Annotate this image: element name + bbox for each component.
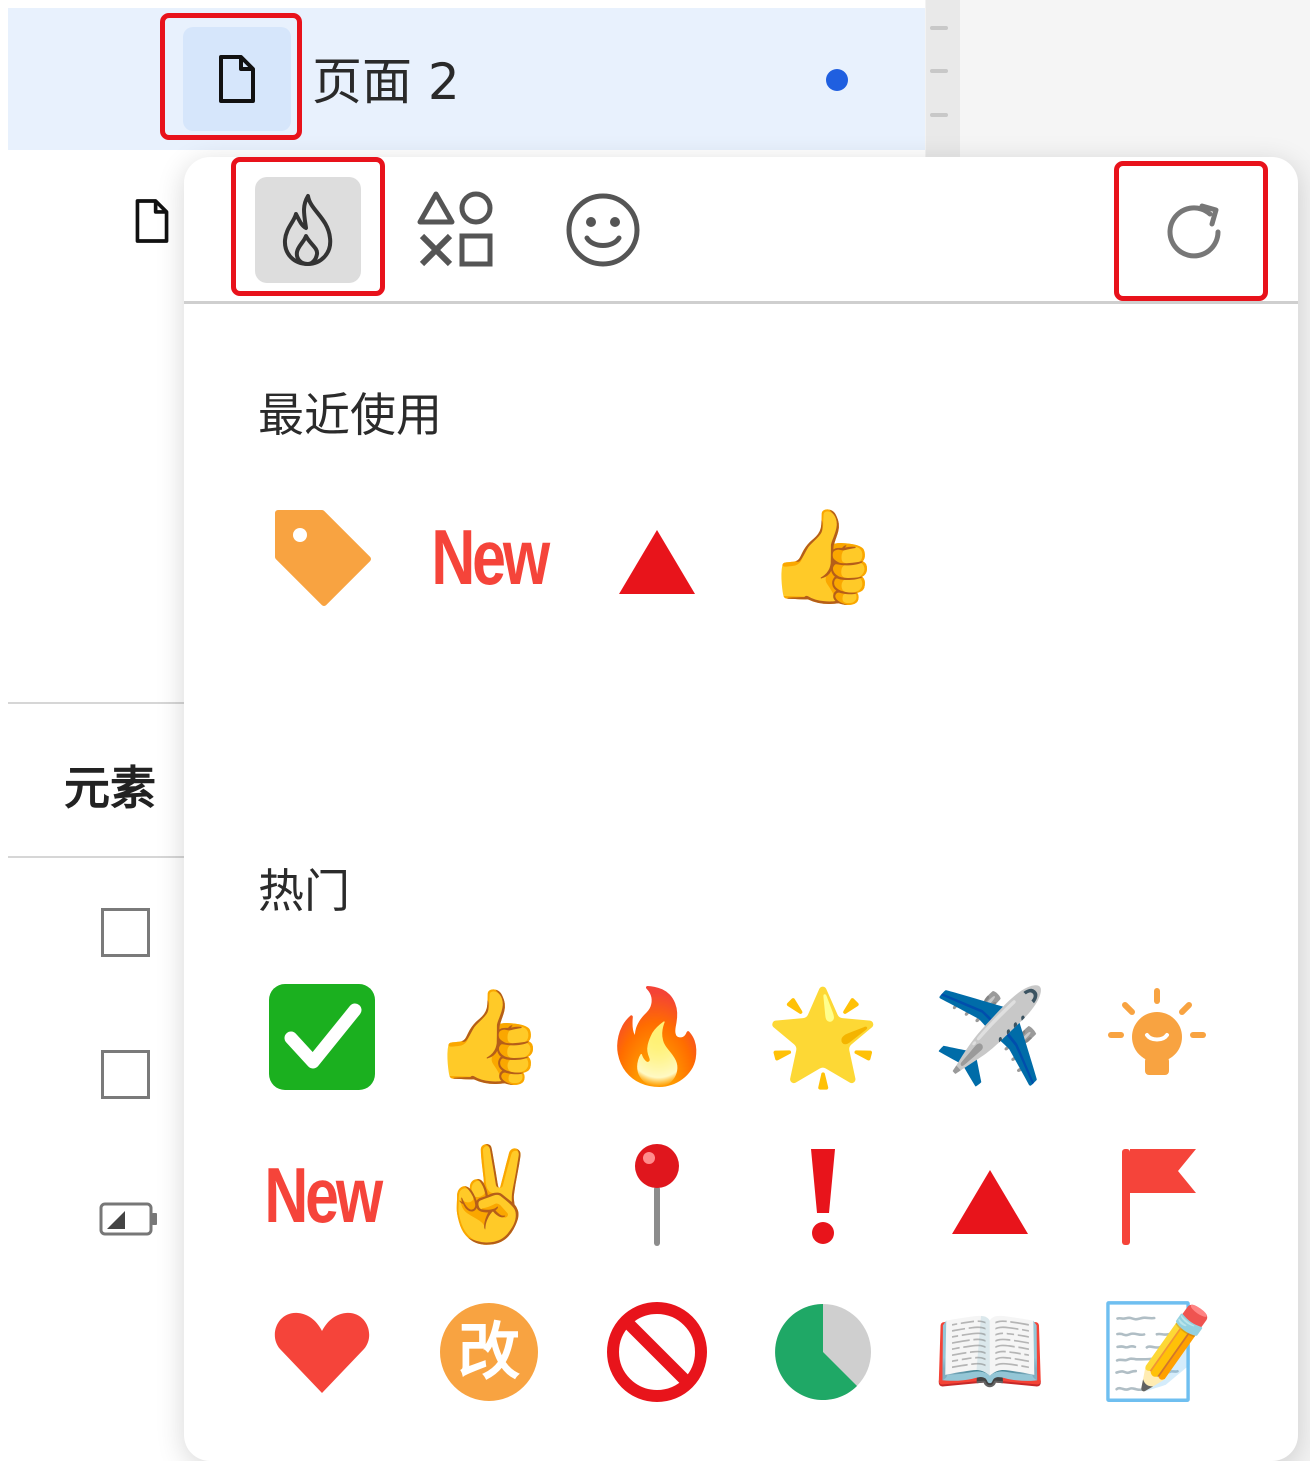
red-triangle-emoji[interactable]: [597, 502, 717, 622]
open-book-emoji[interactable]: 📖: [930, 1292, 1050, 1412]
page-icon: [219, 55, 255, 103]
battery-element-icon[interactable]: [99, 1201, 159, 1241]
red-triangle-emoji[interactable]: [930, 1142, 1050, 1262]
scroll-tick: [930, 69, 948, 73]
emoji-icon-tab[interactable]: [550, 177, 656, 283]
prohibited-emoji[interactable]: [597, 1292, 717, 1412]
modify-badge-text: 改: [457, 1315, 520, 1388]
fire-emoji[interactable]: 🔥: [597, 977, 717, 1097]
recent-section-title: 最近使用: [258, 388, 442, 442]
scroll-tick: [930, 26, 948, 30]
light-bulb-emoji[interactable]: [1097, 977, 1217, 1097]
new-label-emoji[interactable]: New: [262, 1135, 383, 1255]
unsaved-dot: [826, 69, 848, 91]
exclamation-emoji[interactable]: [763, 1135, 883, 1255]
page-title: 页面 2: [312, 53, 460, 111]
rectangle-element-icon[interactable]: [101, 908, 150, 957]
shapes-icon: [417, 191, 493, 267]
heart-emoji[interactable]: [262, 1292, 382, 1412]
thumbs-up-emoji[interactable]: 👍: [429, 977, 549, 1097]
section-label: 元素: [64, 761, 156, 815]
refresh-icon: [1167, 203, 1221, 259]
refresh-button[interactable]: [1149, 187, 1239, 277]
hot-section-title: 热门: [258, 864, 350, 918]
scrollbar[interactable]: [926, 0, 960, 160]
page-icon[interactable]: [132, 196, 172, 250]
red-flag-emoji[interactable]: [1097, 1135, 1217, 1255]
divider: [8, 856, 184, 858]
check-mark-emoji[interactable]: [262, 977, 382, 1097]
memo-emoji[interactable]: 📝: [1097, 1292, 1217, 1412]
page-icon-button[interactable]: [183, 27, 291, 131]
scroll-tick: [930, 113, 948, 117]
glowing-star-emoji[interactable]: 🌟: [763, 977, 883, 1097]
tab-underline: [184, 301, 1298, 304]
smiley-icon: [566, 193, 640, 267]
shapes-icon-tab[interactable]: [403, 177, 509, 283]
icon-picker-popover: 最近使用 New 👍 热门 👍 🔥 🌟 ✈️ New ✌️ 改 📖 📝: [184, 157, 1298, 1461]
pie-progress-emoji[interactable]: [763, 1292, 883, 1412]
canvas-area: [960, 0, 1310, 160]
airplane-emoji[interactable]: ✈️: [930, 977, 1050, 1097]
tag-emoji[interactable]: [262, 497, 382, 617]
page-list-item-page-2[interactable]: 页面 2: [8, 8, 925, 150]
rectangle-element-icon[interactable]: [101, 1050, 150, 1099]
thumbs-up-emoji[interactable]: 👍: [763, 497, 883, 617]
pushpin-emoji[interactable]: [597, 1135, 717, 1255]
flame-icon: [282, 194, 333, 266]
new-label-emoji[interactable]: New: [429, 497, 550, 617]
hot-icon-tab[interactable]: [255, 177, 361, 283]
divider: [8, 702, 184, 704]
victory-hand-emoji[interactable]: ✌️: [429, 1135, 549, 1255]
modify-badge-emoji[interactable]: 改: [429, 1292, 549, 1412]
